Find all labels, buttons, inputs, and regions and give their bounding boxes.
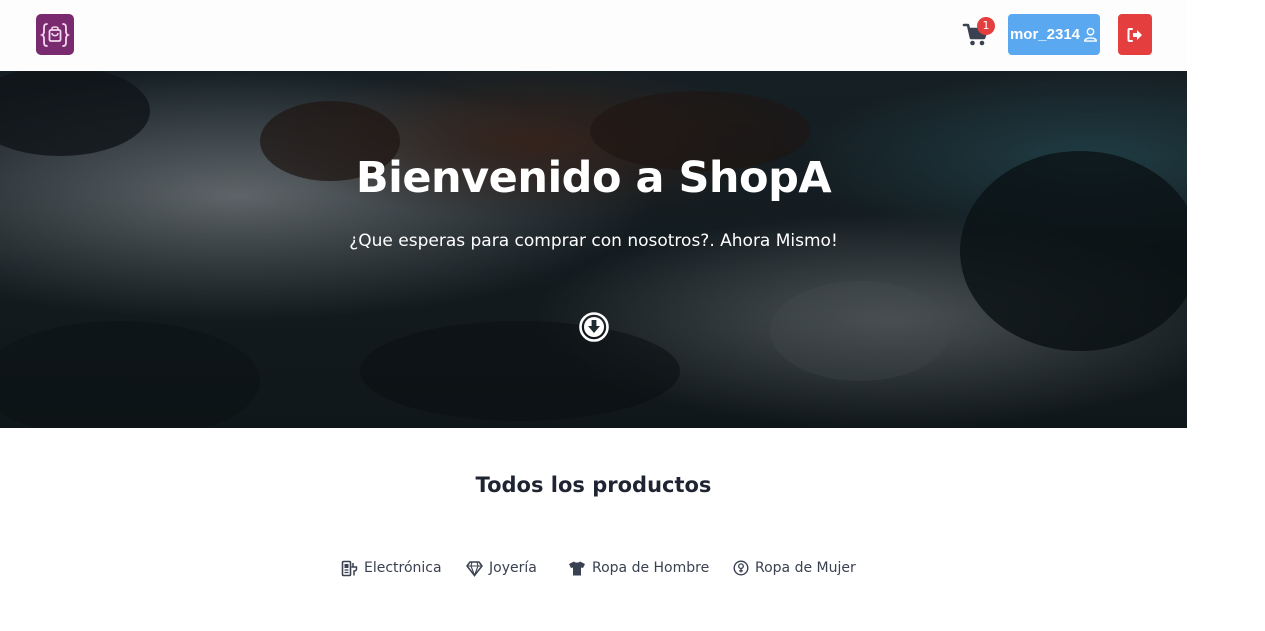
arrow-down-circle-icon: [579, 312, 609, 342]
user-profile-button[interactable]: mor_2314: [1008, 14, 1100, 55]
page: 1 mor_2314 Bienvenido a ShopA ¿Que esper…: [0, 0, 1187, 631]
category-mens-clothing[interactable]: Ropa de Hombre: [568, 555, 709, 581]
scroll-down-button[interactable]: [578, 311, 610, 343]
navbar: 1 mor_2314: [0, 0, 1187, 71]
logout-button[interactable]: [1118, 14, 1152, 55]
username-label: mor_2314: [1009, 26, 1081, 43]
category-label: Ropa de Mujer: [755, 560, 856, 576]
hero-subtitle: ¿Que esperas para comprar con nosotros?.…: [349, 231, 838, 251]
diamond-icon: [466, 560, 483, 577]
category-label: Electrónica: [364, 560, 442, 576]
hero-title: Bienvenido a ShopA: [355, 153, 832, 203]
category-label: Joyería: [489, 560, 537, 576]
category-filter-bar: Electrónica Joyería Ropa de Hombre Ropa …: [0, 555, 1187, 581]
user-icon: [1084, 27, 1098, 42]
sign-out-icon: [1127, 27, 1142, 42]
category-electronics[interactable]: Electrónica: [341, 555, 442, 581]
tshirt-icon: [569, 561, 585, 575]
category-womens-clothing[interactable]: Ropa de Mujer: [733, 555, 856, 581]
electronics-icon: [341, 560, 358, 576]
cart-count-badge: 1: [977, 17, 995, 35]
shop-logo[interactable]: [36, 14, 74, 55]
shopping-bag-braces-logo-icon: [39, 22, 71, 47]
female-icon: [733, 560, 749, 576]
cart-button[interactable]: 1: [962, 17, 995, 50]
hero-banner: Bienvenido a ShopA ¿Que esperas para com…: [0, 71, 1187, 428]
category-jewelry[interactable]: Joyería: [466, 555, 537, 581]
products-section-title: Todos los productos: [475, 473, 712, 497]
category-label: Ropa de Hombre: [592, 560, 710, 576]
